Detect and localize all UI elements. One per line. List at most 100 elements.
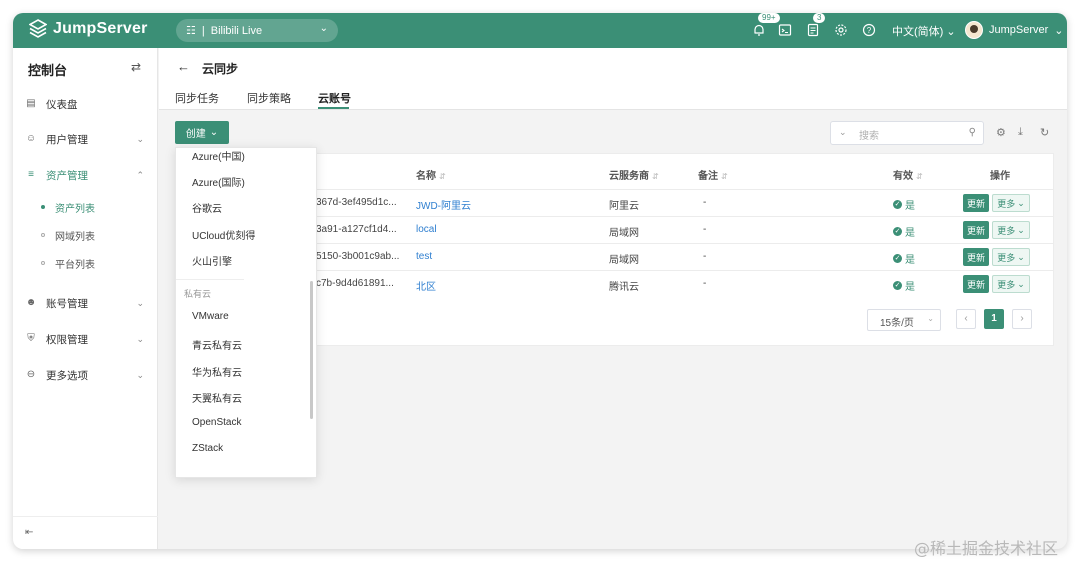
sidebar-subitem-platform-list[interactable]: 平台列表: [13, 250, 158, 276]
terminal-icon[interactable]: [778, 23, 792, 37]
update-button[interactable]: 更新: [963, 275, 989, 293]
dropdown-item-zstack[interactable]: ZStack: [192, 443, 223, 454]
app-window: JumpServer ☷ | Bilibili Live ⌄ 99+ 3 ? 中…: [13, 13, 1067, 549]
top-bar: JumpServer ☷ | Bilibili Live ⌄ 99+ 3 ? 中…: [13, 13, 1067, 48]
page-size-select[interactable]: 15条/页 ⌄: [867, 309, 941, 331]
refresh-icon[interactable]: ↻: [1040, 126, 1049, 139]
sidebar-subitem-domain-list[interactable]: 网域列表: [13, 222, 158, 248]
more-button[interactable]: 更多 ⌄: [992, 194, 1030, 212]
dropdown-item-ctyun-private[interactable]: 天翼私有云: [192, 390, 242, 405]
chevron-down-icon[interactable]: ⌄: [839, 127, 847, 138]
page-header: ← 云同步 同步任务 同步策略 云账号: [159, 48, 1067, 110]
sort-icon: ⇵: [652, 172, 659, 181]
chevron-down-icon: ⌄: [1017, 251, 1025, 262]
dropdown-group-private-cloud: 私有云: [184, 289, 212, 299]
tab-sync-tasks[interactable]: 同步任务: [175, 90, 219, 106]
column-header-name[interactable]: 名称 ⇵: [416, 167, 446, 182]
language-selector[interactable]: 中文(简体) ⌄: [892, 23, 956, 39]
user-menu[interactable]: JumpServer ⌄: [965, 21, 1064, 39]
cell-comment: -: [703, 278, 707, 289]
search-placeholder: 搜索: [859, 131, 879, 142]
sort-icon: ⇵: [916, 172, 923, 181]
jumpserver-logo-icon: [29, 19, 47, 38]
check-circle-icon: ✓: [893, 254, 902, 263]
dropdown-scrollbar[interactable]: [310, 281, 313, 419]
chevron-down-icon: ⌄: [1017, 224, 1025, 235]
page-title: 云同步: [202, 62, 239, 76]
download-icon[interactable]: ⤓: [1018, 126, 1023, 139]
sidebar-item-users[interactable]: ☺ 用户管理 ⌄: [13, 123, 158, 155]
create-button[interactable]: 创建 ⌄: [175, 121, 229, 144]
sidebar-item-permissions[interactable]: ⛨ 权限管理 ⌄: [13, 323, 158, 355]
update-button[interactable]: 更新: [963, 248, 989, 266]
org-selector[interactable]: ☷ | Bilibili Live ⌄: [176, 19, 338, 42]
notification-bell-icon[interactable]: [752, 23, 766, 37]
cell-id: 367d-3ef495d1c...: [316, 197, 397, 208]
org-icon: ☷: [186, 25, 196, 37]
valid-status: ✓ 是: [893, 281, 915, 293]
check-circle-icon: ✓: [893, 281, 902, 290]
column-header-valid[interactable]: 有效 ⇵: [893, 167, 923, 182]
check-circle-icon: ✓: [893, 200, 902, 209]
chevron-down-icon: ⌄: [136, 369, 144, 380]
cell-name-link[interactable]: local: [416, 224, 437, 235]
sidebar-item-accounts[interactable]: ☻ 账号管理 ⌄: [13, 287, 158, 319]
dropdown-item-azure-china[interactable]: Azure(中国): [192, 148, 245, 163]
cell-name-link[interactable]: JWD-阿里云: [416, 197, 471, 212]
column-header-comment[interactable]: 备注 ⇵: [698, 167, 728, 182]
column-header-provider[interactable]: 云服务商 ⇵: [609, 167, 659, 182]
dropdown-divider: [176, 279, 244, 280]
dropdown-item-vmware[interactable]: VMware: [192, 311, 229, 322]
accounts-icon: ☻: [25, 297, 37, 308]
cell-name-link[interactable]: test: [416, 251, 432, 262]
more-button[interactable]: 更多 ⌄: [992, 248, 1030, 266]
chevron-up-icon: ⌃: [136, 169, 144, 180]
logo[interactable]: JumpServer: [29, 19, 148, 39]
cell-id: 3a91-a127cf1d4...: [316, 224, 397, 235]
tab-sync-strategy[interactable]: 同步策略: [247, 90, 291, 106]
assets-icon: ≡: [28, 169, 34, 180]
cell-provider: 腾讯云: [609, 282, 639, 293]
update-button[interactable]: 更新: [963, 194, 989, 212]
page-number-button[interactable]: 1: [984, 309, 1004, 329]
valid-status: ✓ 是: [893, 254, 915, 266]
chevron-down-icon: ⌄: [1017, 278, 1025, 289]
dropdown-item-openstack[interactable]: OpenStack: [192, 417, 241, 428]
search-icon: ⚲: [968, 127, 976, 138]
search-input[interactable]: ⌄ 搜索 ⚲: [830, 121, 984, 145]
dropdown-item-qingcloud-private[interactable]: 青云私有云: [192, 337, 242, 352]
sidebar-subitem-asset-list[interactable]: 资产列表: [13, 194, 158, 220]
chevron-down-icon: ⌄: [319, 23, 328, 34]
sort-icon: ⇵: [439, 172, 446, 181]
update-button[interactable]: 更新: [963, 221, 989, 239]
tab-cloud-accounts[interactable]: 云账号: [318, 90, 351, 106]
dropdown-item-huawei-private[interactable]: 华为私有云: [192, 364, 242, 379]
more-button[interactable]: 更多 ⌄: [992, 221, 1030, 239]
collapse-sidebar-icon[interactable]: ⇤: [25, 527, 33, 538]
gear-icon[interactable]: [834, 23, 848, 37]
chevron-down-icon: ⌄: [927, 314, 934, 323]
dropdown-item-volcengine[interactable]: 火山引擎: [192, 253, 232, 268]
settings-icon[interactable]: ⚙: [996, 126, 1006, 139]
more-button[interactable]: 更多 ⌄: [992, 275, 1030, 293]
switch-view-icon[interactable]: ⇄: [131, 60, 141, 74]
sort-icon: ⇵: [721, 172, 728, 181]
next-page-button[interactable]: ›: [1012, 309, 1032, 329]
dropdown-item-google-cloud[interactable]: 谷歌云: [192, 200, 222, 215]
language-label: 中文(简体): [892, 26, 944, 38]
prev-page-button[interactable]: ‹: [956, 309, 976, 329]
brand-name: JumpServer: [53, 20, 148, 37]
sidebar-item-dashboard[interactable]: ▤ 仪表盘: [13, 88, 158, 120]
create-dropdown-menu: Azure(中国) Azure(国际) 谷歌云 UCloud优刻得 火山引擎 私…: [175, 147, 317, 478]
dropdown-item-ucloud[interactable]: UCloud优刻得: [192, 227, 255, 242]
sidebar-item-assets[interactable]: ≡ 资产管理 ⌃: [13, 159, 158, 191]
chevron-down-icon: ⌄: [209, 127, 219, 138]
sidebar-item-more[interactable]: ⊖ 更多选项 ⌄: [13, 359, 158, 391]
shield-icon: ⛨: [27, 333, 35, 344]
ticket-icon[interactable]: [806, 23, 820, 37]
cell-name-link[interactable]: 北区: [416, 278, 436, 293]
help-icon[interactable]: ?: [862, 23, 876, 37]
dropdown-item-azure-intl[interactable]: Azure(国际): [192, 174, 245, 189]
cell-comment: -: [703, 224, 707, 235]
back-arrow-icon[interactable]: ←: [177, 59, 190, 74]
